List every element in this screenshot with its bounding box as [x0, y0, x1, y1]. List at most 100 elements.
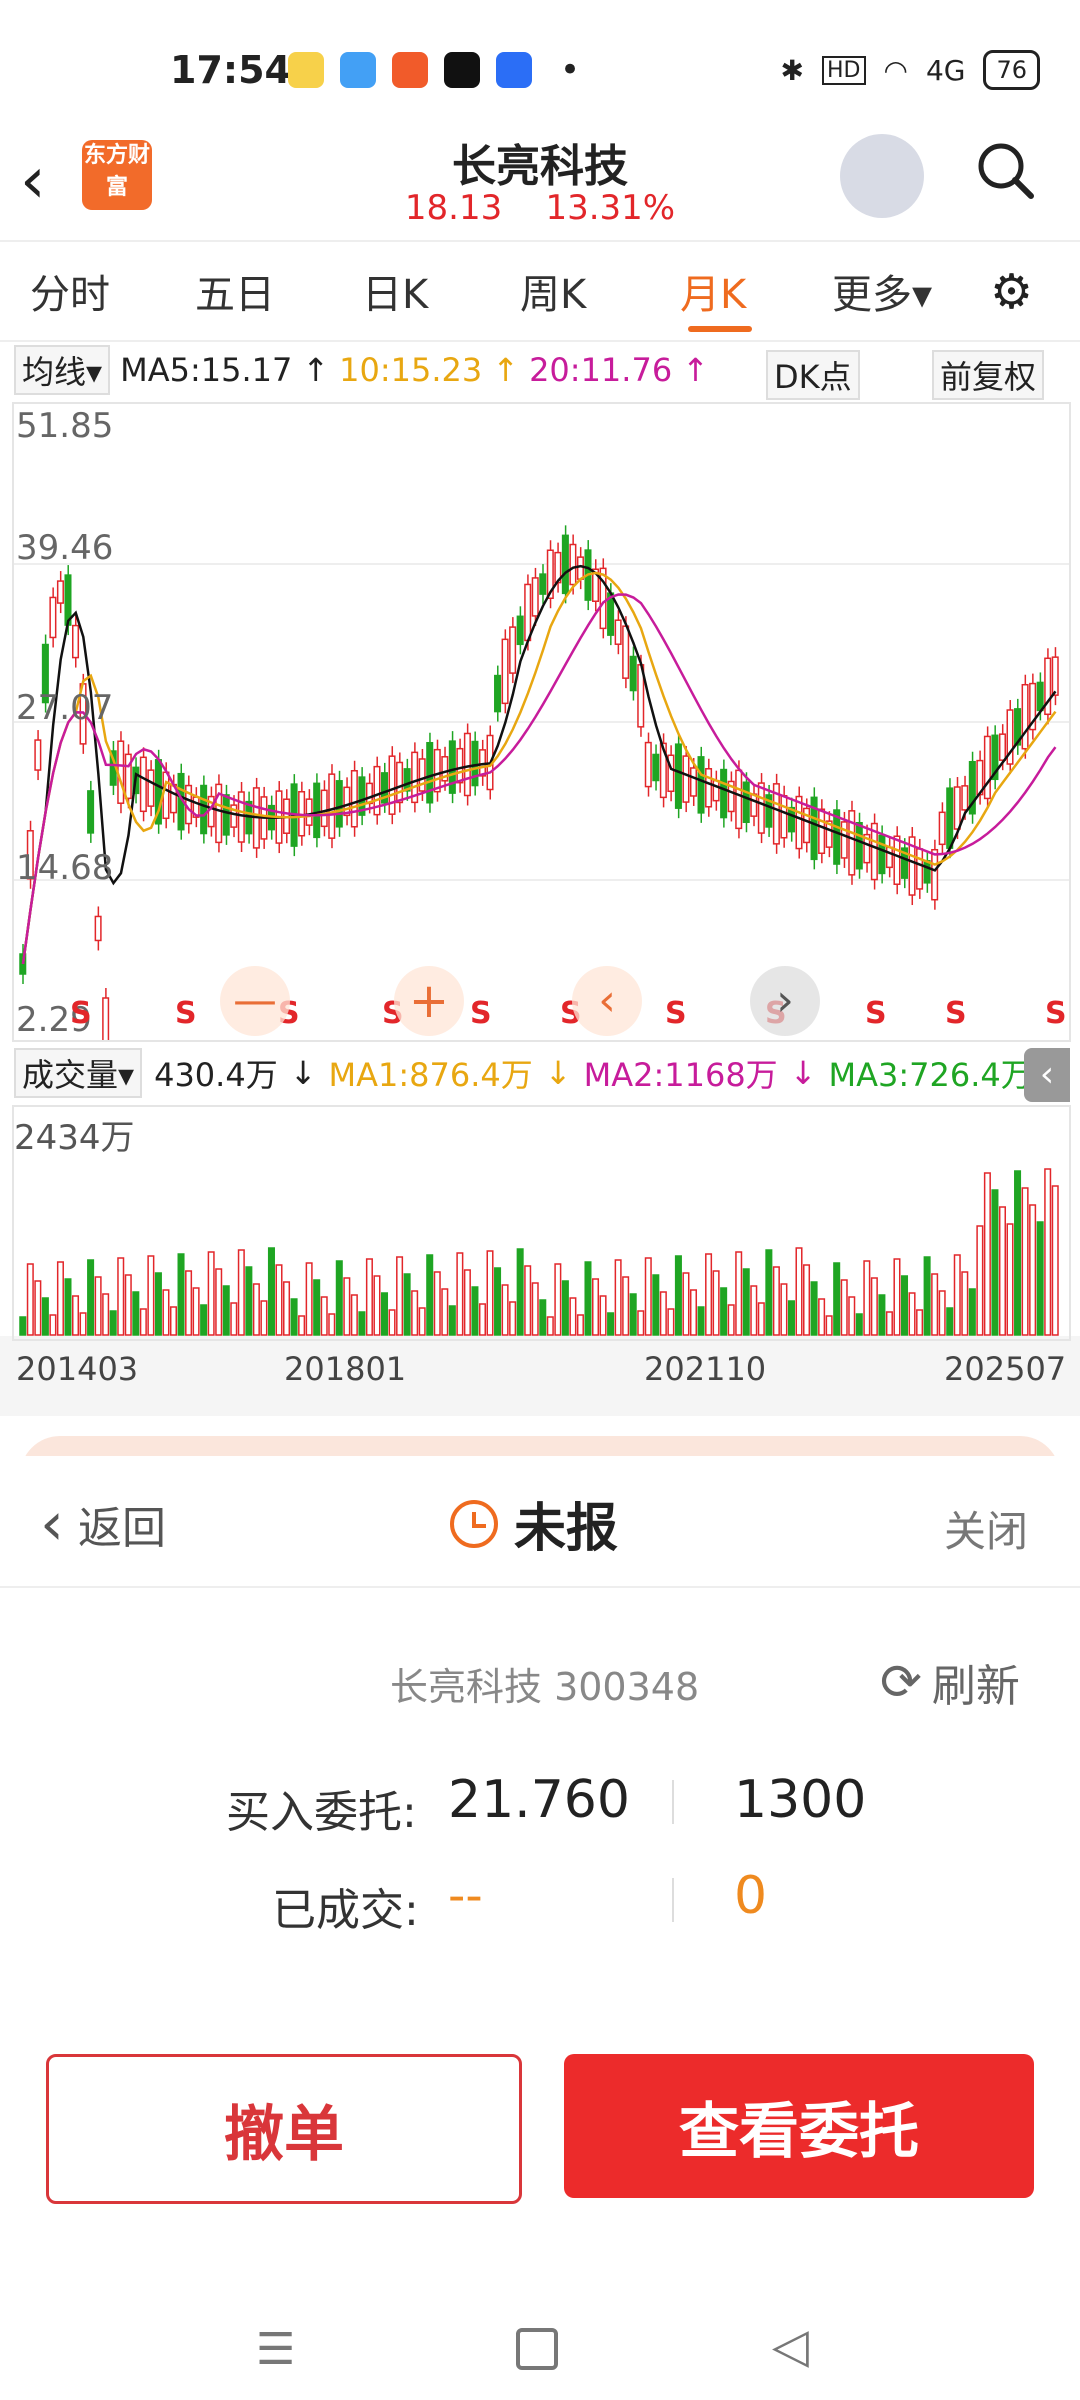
vol-ma1: MA1:876.4万 [328, 1056, 533, 1094]
candle-body [561, 534, 569, 595]
volume-bar [742, 1268, 750, 1336]
volume-bar [622, 1276, 630, 1336]
candle-body [818, 808, 826, 854]
home-icon[interactable] [516, 2328, 558, 2370]
dk-point-button[interactable]: DK点 [766, 350, 860, 400]
volume-bar [916, 1309, 924, 1336]
candle-body [705, 768, 713, 808]
vol-ma3: MA3:726.4万 [828, 1056, 1033, 1094]
status-bar: 17:54 • ✱ HD ◠ 4G 76 [0, 0, 1080, 140]
scroll-right-icon[interactable]: › [750, 966, 820, 1036]
candle-body [222, 794, 230, 836]
volume-legend: 成交量▾ 430.4万 ↓ MA1:876.4万 ↓ MA2:1168万 ↓ MA3:… [14, 1048, 1072, 1098]
candle-body [757, 782, 765, 834]
candle-body [953, 786, 961, 830]
tab-daily-k[interactable]: 日K [362, 262, 428, 320]
volume-bar [705, 1253, 713, 1336]
search-icon[interactable] [975, 140, 1035, 200]
volume-bar [1051, 1185, 1059, 1336]
tab-monthly-k[interactable]: 月K [680, 262, 746, 320]
candle-body [1021, 683, 1029, 750]
system-nav-bar: ☰ ◁ [0, 2290, 1080, 2400]
volume-bar [396, 1256, 404, 1336]
volume-bar [222, 1285, 230, 1336]
tab-more[interactable]: 更多▾ [832, 262, 932, 320]
panel-back-button[interactable]: ‹ 返回 [40, 1492, 166, 1556]
candle-body [622, 625, 630, 679]
signal-icon: 4G [925, 53, 966, 87]
settings-gear-icon[interactable]: ⚙ [990, 264, 1033, 320]
robot-avatar[interactable] [840, 134, 924, 218]
volume-bar [735, 1251, 743, 1336]
battery-icon: 76 [983, 50, 1040, 90]
volume-bar [840, 1279, 848, 1336]
sell-signal: S [70, 996, 92, 1031]
refresh-icon: ⟳ [880, 1653, 922, 1711]
volume-bar [968, 1288, 976, 1336]
panel-header: ‹ 返回 未报 关闭 [0, 1456, 1080, 1588]
zoom-out-icon[interactable]: — [220, 966, 290, 1036]
volume-bar [139, 1308, 147, 1336]
candle-body [539, 573, 547, 595]
date-label: 202507 [944, 1350, 1067, 1388]
volume-selector[interactable]: 成交量▾ [14, 1048, 143, 1098]
volume-bar [260, 1300, 268, 1336]
notification-dot-icon: • [560, 50, 581, 90]
volume-bar [34, 1280, 42, 1336]
status-right: ✱ HD ◠ 4G 76 [781, 50, 1040, 90]
candle-body [569, 543, 577, 586]
volume-svg [19, 1168, 1059, 1336]
volume-bar [682, 1272, 690, 1336]
volume-bar [908, 1292, 916, 1336]
volume-bar [252, 1283, 260, 1336]
volume-bar [147, 1255, 155, 1336]
candle-body [162, 771, 170, 820]
candle-body [916, 848, 924, 890]
volume-bar [787, 1300, 795, 1336]
menu-icon[interactable]: ☰ [256, 2324, 295, 2375]
volume-bar [154, 1272, 162, 1336]
tab-five-day[interactable]: 五日 [195, 262, 275, 320]
volume-bar [298, 1315, 306, 1336]
volume-max-label: 2434万 [14, 1118, 135, 1158]
volume-bar [976, 1225, 984, 1336]
date-axis-bg [0, 1336, 1080, 1416]
kline-chart[interactable] [12, 402, 1071, 1060]
panel-back-label: 返回 [78, 1503, 166, 1554]
zoom-in-icon[interactable]: + [394, 966, 464, 1036]
filled-label: 已成交: [272, 1885, 419, 1936]
volume-bar [132, 1291, 140, 1336]
tab-intraday[interactable]: 分时 [30, 262, 110, 320]
volume-chart[interactable] [12, 1105, 1071, 1341]
volume-bar [825, 1315, 833, 1336]
volume-bar [652, 1274, 660, 1336]
view-orders-button[interactable]: 查看委托 [564, 2054, 1034, 2198]
volume-bar [546, 1316, 554, 1336]
scroll-left-icon[interactable]: ‹ [572, 966, 642, 1036]
ma-selector[interactable]: 均线▾ [14, 345, 111, 395]
volume-bar [539, 1299, 547, 1336]
candle-body [494, 674, 502, 713]
back-nav-icon[interactable]: ◁ [772, 2318, 809, 2374]
volume-bar [94, 1276, 102, 1336]
volume-bar [49, 1314, 57, 1336]
candle-body [335, 780, 343, 828]
order-status-label: 未报 [514, 1499, 619, 1559]
volume-bar [772, 1266, 780, 1336]
refresh-button[interactable]: ⟳ 刷新 [880, 1650, 1020, 1714]
volume-bar [953, 1254, 961, 1336]
volume-bar [893, 1258, 901, 1336]
volume-bar [275, 1264, 283, 1336]
filled-qty: 0 [734, 1866, 768, 1926]
candle-body [433, 748, 441, 793]
close-button[interactable]: 关闭 [944, 1498, 1028, 1559]
date-label: 201801 [284, 1350, 407, 1388]
candle-body [998, 733, 1006, 761]
volume-bar [554, 1263, 562, 1336]
volume-bar [923, 1256, 931, 1336]
candle-body [961, 785, 969, 811]
adjust-button[interactable]: 前复权 [932, 350, 1045, 400]
cancel-order-button[interactable]: 撤单 [46, 2054, 522, 2204]
collapse-panel-icon[interactable]: ‹ [1024, 1048, 1070, 1102]
tab-weekly-k[interactable]: 周K [520, 262, 586, 320]
